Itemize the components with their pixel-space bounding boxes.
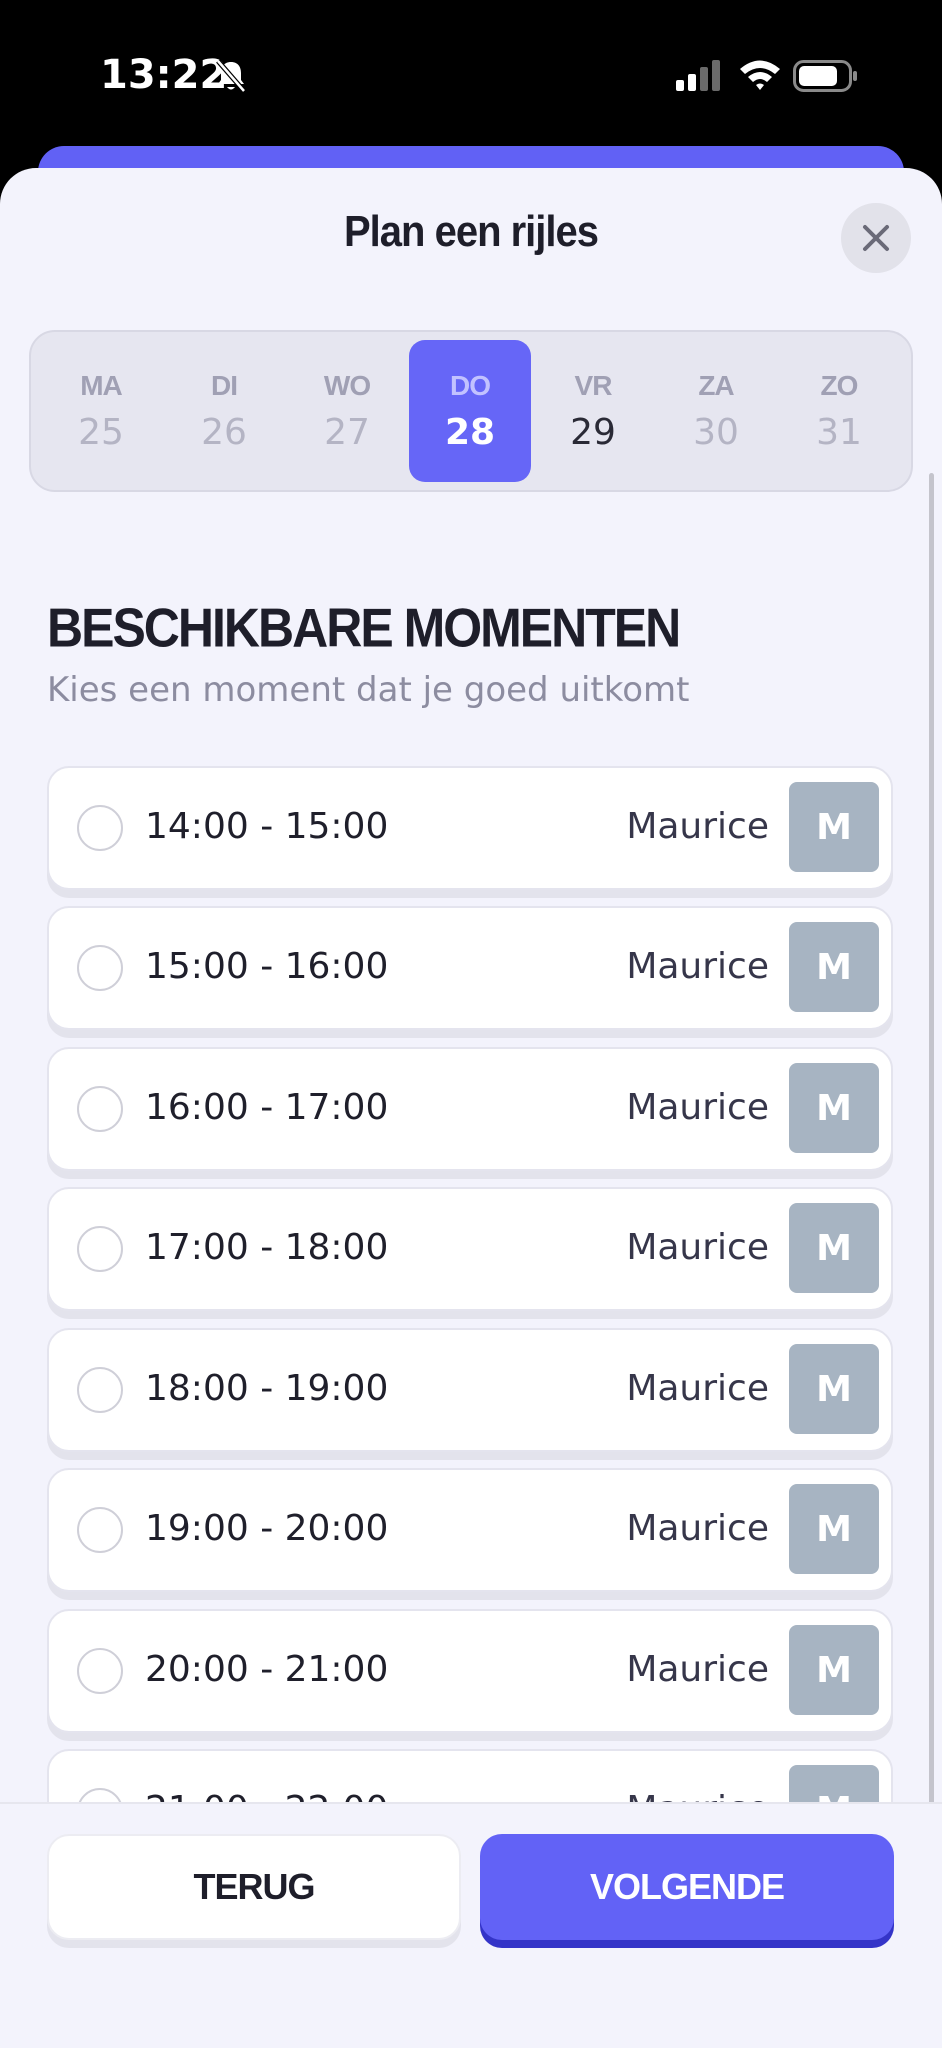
day-wo[interactable]: WO 27	[286, 340, 408, 482]
day-abbr: ZO	[820, 370, 859, 401]
slot-radio[interactable]	[77, 1788, 123, 1802]
instructor-avatar: M	[789, 1344, 879, 1434]
time-slot[interactable]: 14:00 - 15:00 Maurice M	[47, 766, 893, 890]
day-abbr: VR	[574, 370, 613, 401]
slot-instructor: Maurice	[626, 1508, 769, 1549]
instructor-avatar: M	[789, 922, 879, 1012]
slot-time: 17:00 - 18:00	[145, 1227, 389, 1268]
time-slot[interactable]: 21:00 - 22:00 Maurice M	[47, 1749, 893, 1802]
time-slot[interactable]: 17:00 - 18:00 Maurice M	[47, 1187, 893, 1311]
cellular-signal-icon	[676, 60, 720, 91]
slot-instructor: Maurice	[626, 1789, 769, 1802]
back-button[interactable]: TERUG	[47, 1834, 461, 1940]
status-bar: 13:22	[0, 0, 942, 150]
day-vr[interactable]: VR 29	[532, 340, 654, 482]
slot-radio[interactable]	[77, 1086, 123, 1132]
time-slot[interactable]: 19:00 - 20:00 Maurice M	[47, 1468, 893, 1592]
sheet-title: Plan een rijles	[343, 208, 599, 256]
day-abbr: WO	[323, 370, 371, 401]
day-number: 30	[693, 412, 739, 453]
section-title: BESCHIKBARE MOMENTEN	[47, 597, 681, 659]
day-di[interactable]: DI 26	[163, 340, 285, 482]
slot-time: 20:00 - 21:00	[145, 1649, 389, 1690]
day-number: 27	[324, 412, 370, 453]
day-number: 25	[78, 412, 124, 453]
instructor-avatar: M	[789, 1203, 879, 1293]
slot-radio[interactable]	[77, 1226, 123, 1272]
slot-instructor: Maurice	[626, 1087, 769, 1128]
instructor-avatar: M	[789, 782, 879, 872]
time-slot[interactable]: 20:00 - 21:00 Maurice M	[47, 1609, 893, 1733]
instructor-avatar: M	[789, 1765, 879, 1802]
scrollbar[interactable]	[929, 473, 934, 1813]
day-za[interactable]: ZA 30	[655, 340, 777, 482]
slot-radio[interactable]	[77, 945, 123, 991]
day-zo[interactable]: ZO 31	[778, 340, 900, 482]
slot-time: 16:00 - 17:00	[145, 1087, 389, 1128]
day-abbr: ZA	[698, 370, 734, 401]
slot-time: 14:00 - 15:00	[145, 806, 389, 847]
slot-instructor: Maurice	[626, 1227, 769, 1268]
day-abbr: MA	[80, 370, 123, 401]
day-selector: MA 25 DI 26 WO 27 DO 28 VR 29 ZA 30 ZO 3…	[29, 330, 913, 492]
close-button[interactable]	[841, 203, 911, 273]
slot-time: 19:00 - 20:00	[145, 1508, 389, 1549]
bell-muted-icon	[216, 59, 246, 93]
slot-time: 21:00 - 22:00	[145, 1789, 388, 1802]
slot-instructor: Maurice	[626, 1649, 769, 1690]
day-do[interactable]: DO 28	[409, 340, 531, 482]
time-slot[interactable]: 16:00 - 17:00 Maurice M	[47, 1047, 893, 1171]
day-abbr: DO	[450, 370, 491, 401]
day-number: 29	[570, 412, 616, 453]
slot-radio[interactable]	[77, 805, 123, 851]
day-number: 31	[816, 412, 862, 453]
slot-instructor: Maurice	[626, 806, 769, 847]
instructor-avatar: M	[789, 1063, 879, 1153]
section-subtitle: Kies een moment dat je goed uitkomt	[47, 670, 690, 710]
status-time: 13:22	[100, 52, 228, 98]
slot-instructor: Maurice	[626, 946, 769, 987]
slot-time: 15:00 - 16:00	[145, 946, 389, 987]
day-abbr: DI	[211, 370, 238, 401]
day-number: 28	[444, 412, 496, 453]
booking-sheet: Plan een rijles MA 25 DI 26 WO 27 DO 28 …	[0, 168, 942, 2048]
instructor-avatar: M	[789, 1484, 879, 1574]
slot-radio[interactable]	[77, 1367, 123, 1413]
slot-radio[interactable]	[77, 1648, 123, 1694]
wifi-icon	[740, 60, 780, 90]
footer-actions: TERUG VOLGENDE	[0, 1802, 942, 2048]
day-number: 26	[201, 412, 247, 453]
close-icon	[863, 225, 889, 251]
battery-icon	[793, 60, 857, 92]
slot-radio[interactable]	[77, 1507, 123, 1553]
next-button[interactable]: VOLGENDE	[480, 1834, 894, 1940]
slot-instructor: Maurice	[626, 1368, 769, 1409]
day-ma[interactable]: MA 25	[40, 340, 162, 482]
time-slot-list[interactable]: 14:00 - 15:00 Maurice M 15:00 - 16:00 Ma…	[0, 766, 942, 1802]
slot-time: 18:00 - 19:00	[145, 1368, 389, 1409]
time-slot[interactable]: 15:00 - 16:00 Maurice M	[47, 906, 893, 1030]
time-slot[interactable]: 18:00 - 19:00 Maurice M	[47, 1328, 893, 1452]
instructor-avatar: M	[789, 1625, 879, 1715]
